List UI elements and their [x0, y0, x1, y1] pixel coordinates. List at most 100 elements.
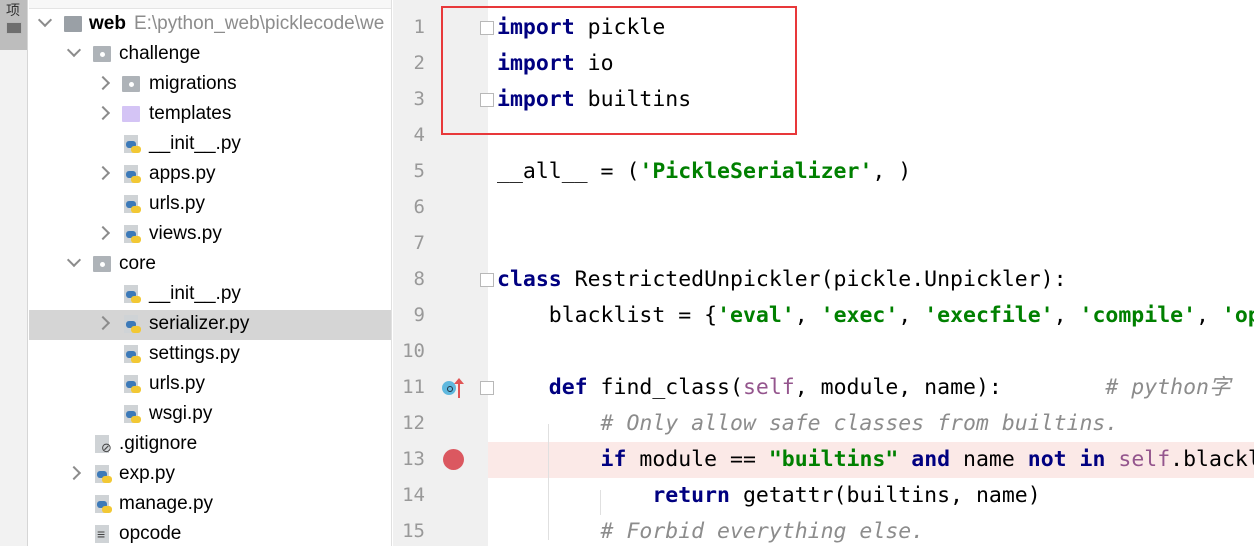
- tree-item-label: apps.py: [149, 163, 216, 184]
- python-file-icon: [124, 345, 141, 363]
- tree-item-label: manage.py: [119, 493, 214, 514]
- python-file-icon: [95, 495, 112, 513]
- root-name: web: [89, 13, 126, 34]
- code-token: 'exec': [820, 303, 899, 328]
- tree-item[interactable]: views.py: [29, 220, 391, 250]
- chevron-right-icon[interactable]: [66, 465, 82, 481]
- tree-item[interactable]: .gitignore: [29, 430, 391, 460]
- line-number: 6: [413, 196, 425, 218]
- code-token: 'op: [1221, 303, 1254, 328]
- python-file-icon: [124, 195, 141, 213]
- tree-item-label: core: [119, 253, 156, 274]
- python-file-icon: [124, 285, 141, 303]
- line-number: 1: [413, 16, 425, 38]
- code-token: class: [497, 267, 562, 292]
- tree-item[interactable]: __init__.py: [29, 280, 391, 310]
- code-line[interactable]: def find_class(self, module, name): # py…: [497, 370, 1231, 406]
- tree-item[interactable]: urls.py: [29, 190, 391, 220]
- code-line[interactable]: class RestrictedUnpickler(pickle.Unpickl…: [497, 262, 1067, 298]
- code-line[interactable]: if module == "builtins" and name not in …: [497, 442, 1254, 478]
- code-token: , module, name):: [794, 375, 1106, 400]
- tree-item-label: views.py: [149, 223, 222, 244]
- line-number: 10: [402, 340, 425, 362]
- line-number: 2: [413, 52, 425, 74]
- gitignore-file-icon: [95, 435, 112, 454]
- tree-item-label: .gitignore: [119, 433, 198, 454]
- code-token: getattr(builtins, name): [730, 483, 1041, 508]
- line-number: 3: [413, 88, 425, 110]
- code-token: # python字: [1105, 375, 1231, 400]
- tree-item[interactable]: migrations: [29, 70, 391, 100]
- package-folder-icon: [93, 46, 111, 62]
- project-tool-tab[interactable]: 项: [0, 0, 27, 50]
- code-token: ,: [1196, 303, 1222, 328]
- tree-item[interactable]: serializer.py: [29, 310, 391, 340]
- code-line[interactable]: blacklist = {'eval', 'exec', 'execfile',…: [497, 298, 1254, 334]
- code-token: ,: [1053, 303, 1080, 328]
- project-tree[interactable]: web E:\python_web\picklecode\we challenge…: [29, 0, 392, 546]
- line-number: 9: [413, 304, 425, 326]
- chevron-right-icon[interactable]: [95, 75, 111, 91]
- tree-item[interactable]: __init__.py: [29, 130, 391, 160]
- tree-item-label: challenge: [119, 43, 201, 64]
- code-token: .blackl: [1170, 447, 1254, 472]
- chevron-down-icon[interactable]: [37, 12, 53, 28]
- line-number: 5: [413, 160, 425, 182]
- code-token: # Forbid everything else.: [497, 519, 925, 544]
- tree-item[interactable]: opcode: [29, 520, 391, 546]
- python-file-icon: [124, 135, 141, 153]
- template-folder-icon: [122, 106, 140, 122]
- tree-item[interactable]: challenge: [29, 40, 391, 70]
- code-token: def: [497, 375, 588, 400]
- tree-item-label: urls.py: [149, 373, 205, 394]
- tree-item[interactable]: templates: [29, 100, 391, 130]
- folder-icon: [64, 16, 82, 32]
- folder-icon: [6, 22, 22, 34]
- tree-item[interactable]: manage.py: [29, 490, 391, 520]
- chevron-right-icon[interactable]: [95, 225, 111, 241]
- tree-item[interactable]: core: [29, 250, 391, 280]
- chevron-down-icon[interactable]: [66, 252, 82, 268]
- chevron-right-icon[interactable]: [95, 315, 111, 331]
- tree-item-label: __init__.py: [149, 283, 241, 304]
- tree-item-label: migrations: [149, 73, 237, 94]
- code-token: # Only allow safe classes from builtins.: [497, 411, 1119, 436]
- arrow-up-icon[interactable]: [454, 378, 464, 398]
- code-token: self: [742, 375, 795, 400]
- code-token: blacklist = {: [497, 303, 718, 328]
- line-number: 13: [402, 448, 425, 470]
- code-line[interactable]: # Forbid everything else.: [497, 514, 925, 546]
- python-file-icon: [95, 465, 112, 483]
- breakpoint-icon[interactable]: [443, 449, 464, 470]
- tree-root-web[interactable]: web E:\python_web\picklecode\we: [29, 10, 391, 40]
- tree-item-label: settings.py: [149, 343, 240, 364]
- code-line[interactable]: # Only allow safe classes from builtins.: [497, 406, 1119, 442]
- tree-item-label: wsgi.py: [149, 403, 213, 424]
- python-file-icon: [124, 405, 141, 423]
- code-token: 'compile': [1079, 303, 1197, 328]
- tree-item[interactable]: exp.py: [29, 460, 391, 490]
- tree-header: [29, 0, 391, 9]
- code-token: self: [1118, 447, 1171, 472]
- root-path: E:\python_web\picklecode\we: [133, 13, 385, 34]
- code-token: and: [911, 447, 951, 472]
- code-line[interactable]: __all__ = ('PickleSerializer', ): [497, 154, 911, 190]
- code-token: 'execfile': [924, 303, 1054, 328]
- tree-item[interactable]: settings.py: [29, 340, 391, 370]
- line-number: 11: [402, 376, 425, 398]
- tree-item[interactable]: urls.py: [29, 370, 391, 400]
- python-file-icon: [124, 375, 141, 393]
- fold-icon[interactable]: [480, 273, 494, 287]
- code-token: ,: [898, 303, 925, 328]
- chevron-right-icon[interactable]: [95, 105, 111, 121]
- python-file-icon: [124, 315, 141, 333]
- code-line[interactable]: return getattr(builtins, name): [497, 478, 1041, 514]
- tree-item[interactable]: apps.py: [29, 160, 391, 190]
- chevron-right-icon[interactable]: [95, 165, 111, 181]
- tree-item-label: templates: [149, 103, 232, 124]
- tree-item[interactable]: wsgi.py: [29, 400, 391, 430]
- code-token: 'eval': [717, 303, 795, 328]
- chevron-down-icon[interactable]: [66, 42, 82, 58]
- fold-icon[interactable]: [480, 381, 494, 395]
